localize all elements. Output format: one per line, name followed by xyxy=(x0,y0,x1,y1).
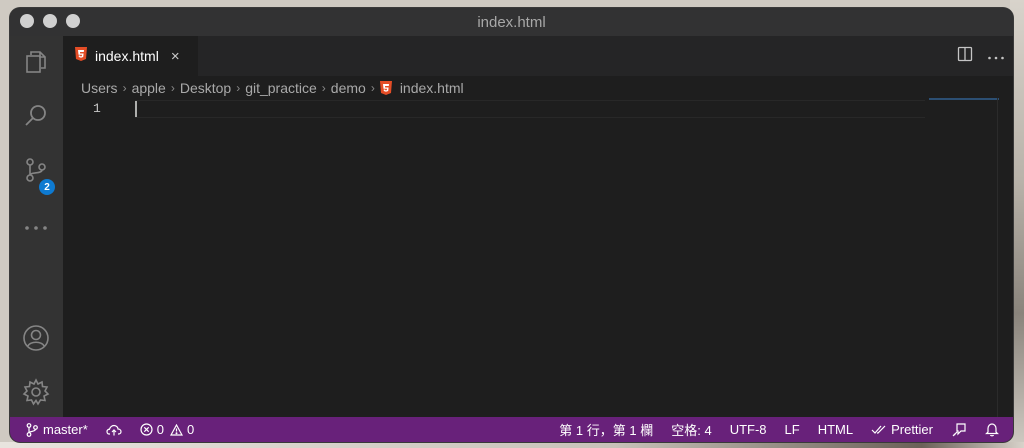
tab-bar: index.html × xyxy=(63,36,1013,76)
cloud-upload-icon xyxy=(106,424,122,436)
desktop-background-bottom xyxy=(0,442,1024,448)
tab-close-icon[interactable]: × xyxy=(171,48,180,65)
breadcrumb-item-users[interactable]: Users xyxy=(81,80,118,96)
explorer-icon[interactable] xyxy=(22,48,50,76)
html5-icon xyxy=(75,46,87,66)
warning-count: 0 xyxy=(187,422,195,437)
chevron-right-icon: › xyxy=(122,81,127,95)
chevron-right-icon: › xyxy=(170,81,175,95)
chevron-right-icon: › xyxy=(321,81,326,95)
double-check-icon xyxy=(871,425,887,435)
overview-ruler-cursor xyxy=(929,98,999,100)
tab-index-html[interactable]: index.html × xyxy=(63,36,198,76)
indentation-status[interactable]: 空格: 4 xyxy=(671,420,711,439)
text-cursor xyxy=(135,101,137,117)
close-window-button[interactable] xyxy=(20,14,34,28)
more-actions-icon[interactable] xyxy=(987,48,1005,66)
eol-status[interactable]: LF xyxy=(785,422,800,437)
breadcrumb-item-git-practice[interactable]: git_practice xyxy=(245,80,317,96)
split-editor-icon[interactable] xyxy=(957,46,973,67)
chevron-right-icon: › xyxy=(370,81,375,95)
current-line-highlight xyxy=(135,100,925,118)
editor-actions xyxy=(957,46,1005,67)
error-icon xyxy=(140,423,153,436)
language-mode[interactable]: HTML xyxy=(818,422,853,437)
branch-status[interactable]: master* xyxy=(26,422,88,437)
tab-label: index.html xyxy=(95,48,159,64)
html5-icon xyxy=(379,81,392,95)
maximize-window-button[interactable] xyxy=(66,14,80,28)
status-bar: master* 0 0 第 1 行，第 1 欄 空格: 4 UTF-8 LF H… xyxy=(10,417,1013,442)
breadcrumb-item-index-html[interactable]: index.html xyxy=(400,80,464,96)
problems-status[interactable]: 0 0 xyxy=(140,422,194,437)
branch-name: master* xyxy=(43,422,88,437)
minimize-window-button[interactable] xyxy=(43,14,57,28)
breadcrumb: Users › apple › Desktop › git_practice ›… xyxy=(81,78,464,98)
chevron-right-icon: › xyxy=(236,81,241,95)
account-icon[interactable] xyxy=(22,324,50,352)
feedback-icon[interactable] xyxy=(951,422,967,438)
encoding-status[interactable]: UTF-8 xyxy=(730,422,767,437)
title-bar: index.html xyxy=(10,8,1013,36)
window-controls xyxy=(20,14,80,28)
line-number: 1 xyxy=(93,101,101,116)
breadcrumb-item-desktop[interactable]: Desktop xyxy=(180,80,231,96)
prettier-label: Prettier xyxy=(891,422,933,437)
vscode-window: index.html 2 index.html × Users › apple … xyxy=(10,8,1013,442)
cursor-position[interactable]: 第 1 行，第 1 欄 xyxy=(559,420,653,439)
git-branch-icon xyxy=(26,422,38,437)
breadcrumb-item-demo[interactable]: demo xyxy=(331,80,366,96)
prettier-status[interactable]: Prettier xyxy=(871,422,933,437)
activity-bar: 2 xyxy=(10,36,63,417)
vertical-scrollbar[interactable] xyxy=(997,98,998,417)
more-icon[interactable] xyxy=(22,214,50,242)
sync-button[interactable] xyxy=(106,424,122,436)
notifications-bell-icon[interactable] xyxy=(985,422,999,437)
source-control-badge: 2 xyxy=(39,179,55,195)
window-title: index.html xyxy=(477,13,546,31)
warning-icon xyxy=(170,423,184,436)
error-count: 0 xyxy=(156,422,165,437)
editor-area[interactable]: 1 xyxy=(63,98,1013,417)
breadcrumb-item-apple[interactable]: apple xyxy=(132,80,166,96)
search-icon[interactable] xyxy=(22,102,50,130)
settings-gear-icon[interactable] xyxy=(22,378,50,406)
